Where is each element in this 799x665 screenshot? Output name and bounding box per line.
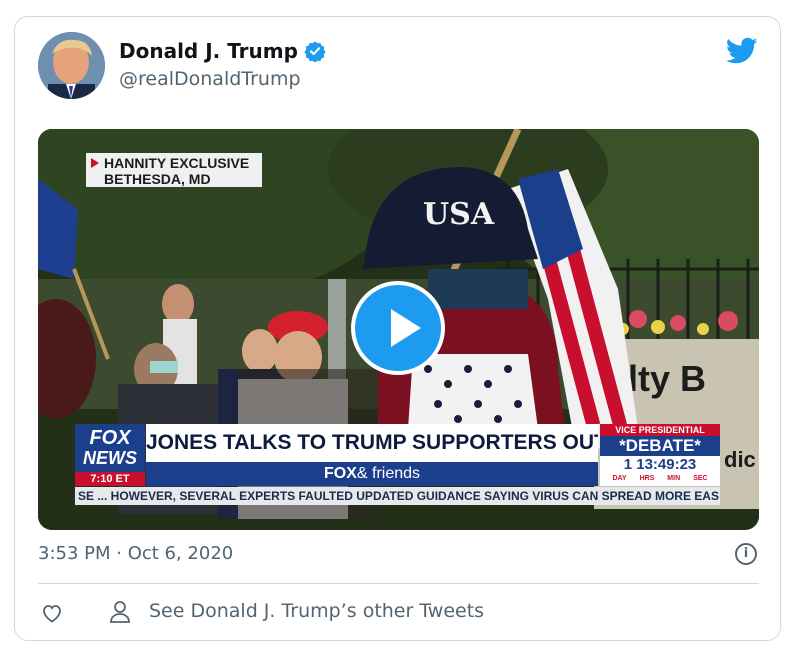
location-line1: HANNITY EXCLUSIVE (104, 155, 250, 171)
divider (38, 583, 759, 584)
countdown-value: 1 13:49:23 (623, 456, 697, 473)
location-tag: HANNITY EXCLUSIVE BETHESDA, MD (86, 153, 262, 187)
show-name-strong: FOX (323, 465, 357, 482)
info-icon[interactable]: i (735, 543, 757, 565)
avatar-image (38, 32, 105, 99)
fox-news-logo: FOX NEWS 7:10 ET (75, 424, 145, 486)
hospital-sign-text-2: dic (724, 447, 756, 472)
play-button[interactable] (351, 281, 445, 375)
cap-text: USA (423, 197, 495, 232)
avatar[interactable] (38, 32, 105, 99)
debate-title: *DEBATE* (600, 436, 720, 456)
debate-header: VICE PRESIDENTIAL (600, 424, 720, 436)
heart-icon[interactable] (40, 601, 64, 625)
other-tweets-link[interactable]: See Donald J. Trump’s other Tweets (149, 600, 484, 622)
news-ticker: SE ... HOWEVER, SEVERAL EXPERTS FAULTED … (75, 487, 720, 505)
broadcast-clock: 7:10 ET (75, 472, 145, 486)
verified-badge-icon (304, 41, 326, 62)
show-bar: FOX& friends (146, 462, 598, 486)
location-line2: BETHESDA, MD (104, 171, 211, 187)
chyron-headline: JONES TALKS TO TRUMP SUPPORTERS OUTSIDE … (146, 424, 598, 462)
countdown-units: DAY HRS MIN SEC (600, 474, 720, 484)
network-line1: FOX (89, 427, 131, 449)
tweet-card[interactable]: Donald J. Trump @realDonaldTrump ılty B … (14, 16, 781, 641)
author-row[interactable]: Donald J. Trump (119, 39, 326, 63)
unit-hrs: HRS (639, 475, 655, 482)
red-marker-icon (91, 158, 99, 168)
author-handle[interactable]: @realDonaldTrump (119, 68, 301, 90)
debate-countdown: VICE PRESIDENTIAL *DEBATE* 1 13:49:23 DA… (600, 424, 720, 486)
show-name-rest: & friends (356, 465, 421, 482)
twitter-bird-icon[interactable] (726, 37, 758, 65)
unit-day: DAY (612, 475, 627, 482)
network-line2: NEWS (83, 448, 137, 468)
play-icon (391, 309, 421, 347)
person-icon (110, 601, 130, 623)
unit-min: MIN (667, 475, 681, 482)
tweet-timestamp[interactable]: 3:53 PM · Oct 6, 2020 (38, 543, 233, 564)
video-player[interactable]: ılty B dic USA HANNITY EXCLUSIVE BETHESD… (38, 129, 759, 530)
unit-sec: SEC (693, 475, 708, 482)
author-name[interactable]: Donald J. Trump (119, 39, 298, 63)
